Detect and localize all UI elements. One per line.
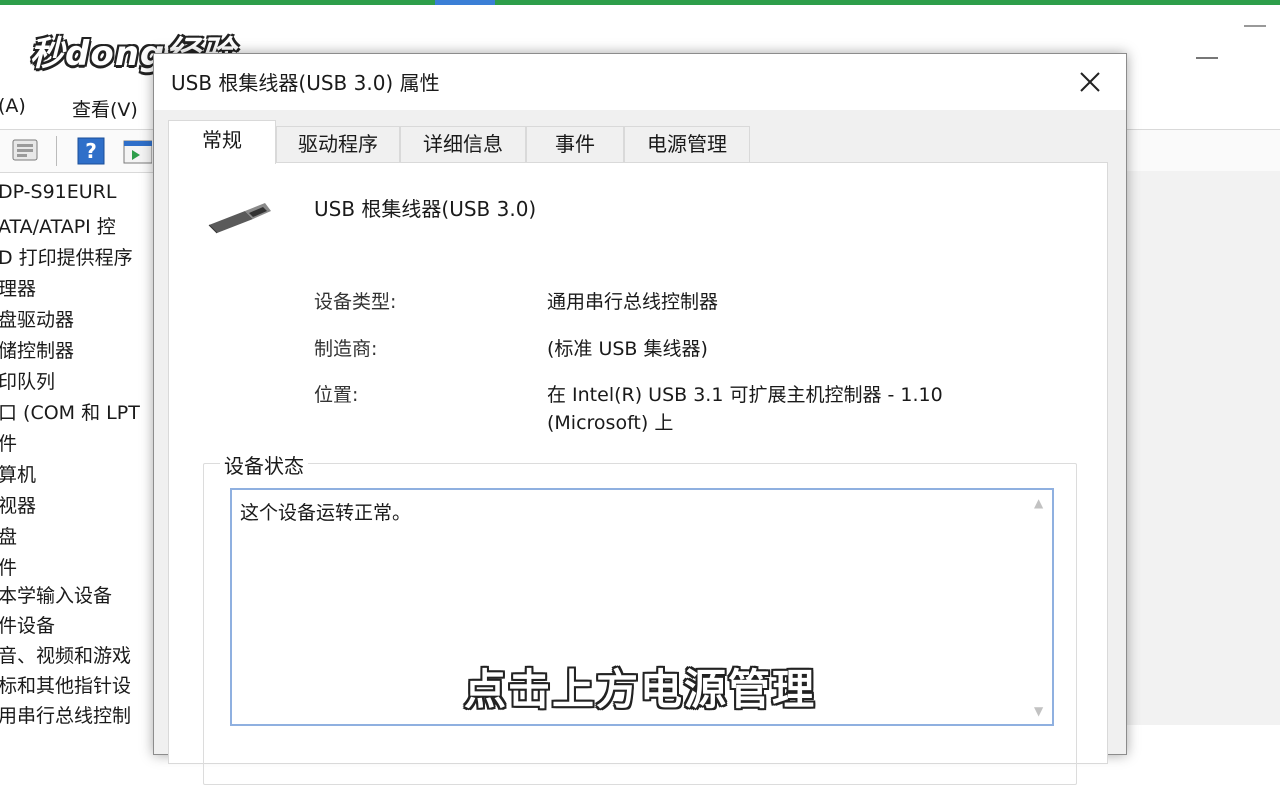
manufacturer-value: (标准 USB 集线器)	[547, 338, 708, 360]
tab-power-management[interactable]: 电源管理	[624, 126, 750, 163]
device-status-group: 设备状态 这个设备运转正常。 ▲ ▼	[203, 450, 1077, 785]
help-icon[interactable]: ?	[76, 137, 106, 165]
location-value: 在 Intel(R) USB 3.1 可扩展主机控制器 - 1.10	[547, 384, 943, 406]
tree-item[interactable]: 件	[0, 553, 17, 580]
location-label: 位置:	[314, 384, 359, 406]
tree-item[interactable]: D 打印提供程序	[0, 243, 133, 270]
tab-driver[interactable]: 驱动程序	[276, 126, 400, 163]
tree-item[interactable]: 口 (COM 和 LPT	[0, 398, 140, 425]
properties-dialog: USB 根集线器(USB 3.0) 属性 常规 驱动程序 详细信息 事件 电源管…	[153, 53, 1127, 785]
tree-item[interactable]: 本学输入设备	[0, 581, 112, 608]
run-toolbar-icon[interactable]	[122, 137, 153, 165]
svg-text:?: ?	[85, 139, 97, 163]
tab-general[interactable]: 常规	[168, 120, 276, 164]
video-caption: 点击上方电源管理	[463, 665, 816, 714]
tree-item[interactable]: 盘	[0, 522, 17, 549]
bg-right-panel	[1126, 171, 1280, 725]
toolbar-separator	[56, 136, 57, 166]
tree-item[interactable]: DP-S91EURL	[0, 181, 116, 203]
bg-minimize-icon[interactable]	[1196, 57, 1218, 59]
tree-item[interactable]: 件设备	[0, 611, 55, 638]
location-value-line2: (Microsoft) 上	[547, 412, 674, 434]
device-type-label: 设备类型:	[314, 291, 397, 313]
device-name: USB 根集线器(USB 3.0)	[314, 197, 537, 221]
dialog-titlebar: USB 根集线器(USB 3.0) 属性	[154, 54, 1126, 110]
tree-item[interactable]: 算机	[0, 460, 36, 487]
device-type-value: 通用串行总线控制器	[547, 291, 719, 313]
tree-item[interactable]: 印队列	[0, 367, 55, 394]
device-tree: DP-S91EURL ATA/ATAPI 控 D 打印提供程序 理器 盘驱动器 …	[0, 181, 160, 725]
manufacturer-label: 制造商:	[314, 338, 378, 360]
device-status-label: 设备状态	[220, 450, 308, 479]
menu-action[interactable]: (A)	[0, 95, 26, 117]
properties-toolbar-icon[interactable]	[10, 137, 40, 165]
close-icon	[1080, 72, 1100, 92]
tree-item[interactable]: 盘驱动器	[0, 305, 74, 332]
tree-item[interactable]: 件	[0, 429, 17, 456]
tree-item[interactable]: 理器	[0, 274, 36, 301]
tree-item[interactable]: ATA/ATAPI 控	[0, 212, 116, 239]
tree-item[interactable]: 储控制器	[0, 336, 74, 363]
tree-item[interactable]: 视器	[0, 491, 36, 518]
tab-details[interactable]: 详细信息	[400, 126, 526, 163]
bg-window-control-icon[interactable]	[1244, 25, 1266, 27]
tab-events[interactable]: 事件	[526, 126, 624, 163]
dialog-title: USB 根集线器(USB 3.0) 属性	[171, 71, 440, 95]
menu-view[interactable]: 查看(V)	[72, 95, 138, 122]
scroll-up-icon[interactable]: ▲	[1034, 496, 1043, 510]
device-status-text: 这个设备运转正常。	[240, 502, 412, 524]
close-button[interactable]	[1068, 60, 1112, 104]
usb-device-icon	[205, 199, 275, 239]
